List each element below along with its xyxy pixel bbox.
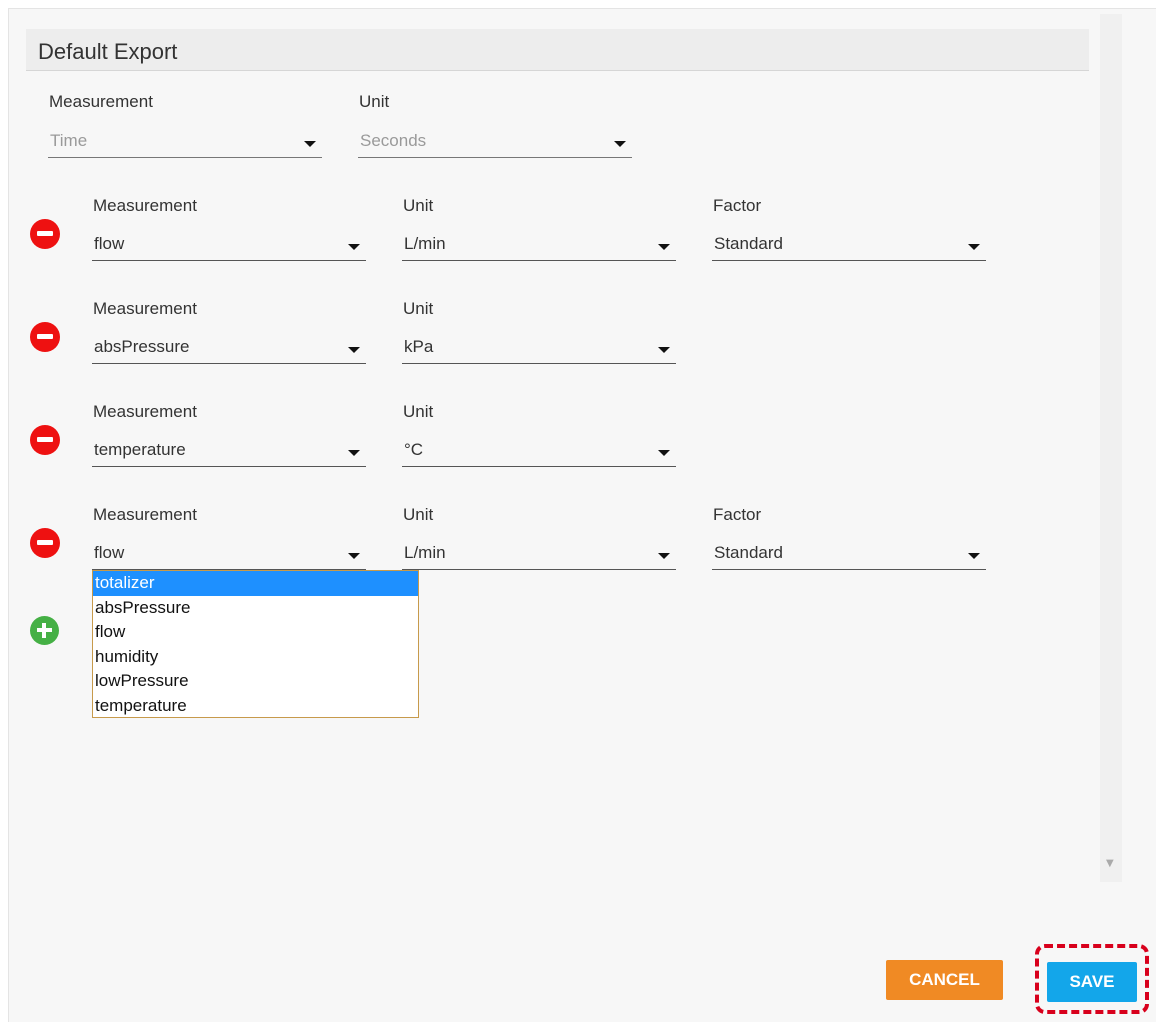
- remove-row-icon[interactable]: [30, 425, 60, 455]
- measurement-select[interactable]: flow: [92, 232, 366, 261]
- caret-down-icon: [658, 347, 670, 353]
- unit-value: L/min: [404, 543, 446, 562]
- caret-down-icon: [348, 450, 360, 456]
- caret-down-icon: [614, 141, 626, 147]
- measurement-select[interactable]: absPressure: [92, 335, 366, 364]
- caret-down-icon: [348, 244, 360, 250]
- scroll-down-arrow-icon[interactable]: ▼: [1106, 858, 1114, 869]
- measurement-label: Measurement: [93, 299, 197, 318]
- measurement-select[interactable]: Time: [48, 129, 322, 158]
- save-button-highlight: [1035, 944, 1149, 1014]
- measurement-value: Time: [50, 131, 88, 150]
- unit-select[interactable]: L/min: [402, 232, 676, 261]
- unit-select[interactable]: Seconds: [358, 129, 632, 158]
- measurement-dropdown-list: totalizer absPressure flow humidity lowP…: [92, 570, 419, 718]
- caret-down-icon: [658, 450, 670, 456]
- unit-value: °C: [404, 440, 424, 459]
- caret-down-icon: [304, 141, 316, 147]
- measurement-row: Measurement Unit temperature °C: [0, 399, 1100, 479]
- unit-select[interactable]: °C: [402, 438, 676, 467]
- unit-select[interactable]: L/min: [402, 541, 676, 570]
- remove-row-icon[interactable]: [30, 219, 60, 249]
- dropdown-option-flow[interactable]: flow: [93, 620, 418, 645]
- measurement-label: Measurement: [49, 92, 153, 111]
- caret-down-icon: [348, 347, 360, 353]
- section-header: Default Export: [26, 29, 1089, 71]
- caret-down-icon: [968, 553, 980, 559]
- caret-down-icon: [348, 553, 360, 559]
- unit-value: L/min: [404, 234, 446, 253]
- factor-label: Factor: [713, 505, 762, 524]
- caret-down-icon: [658, 553, 670, 559]
- dropdown-option-totalizer[interactable]: totalizer: [93, 571, 418, 596]
- factor-label: Factor: [713, 196, 762, 215]
- unit-value: kPa: [404, 337, 434, 356]
- unit-value: Seconds: [360, 131, 427, 150]
- unit-label: Unit: [403, 505, 434, 524]
- measurement-label: Measurement: [93, 505, 197, 524]
- factor-value: Standard: [714, 543, 783, 562]
- scrollbar[interactable]: [1100, 14, 1122, 882]
- measurement-label: Measurement: [93, 402, 197, 421]
- dropdown-option-lowpressure[interactable]: lowPressure: [93, 669, 418, 694]
- unit-select[interactable]: kPa: [402, 335, 676, 364]
- caret-down-icon: [968, 244, 980, 250]
- page-title: Default Export: [38, 39, 178, 64]
- factor-select[interactable]: Standard: [712, 541, 986, 570]
- dropdown-option-humidity[interactable]: humidity: [93, 645, 418, 670]
- unit-label: Unit: [359, 92, 390, 111]
- caret-down-icon: [658, 244, 670, 250]
- dropdown-option-temperature[interactable]: temperature: [93, 694, 418, 719]
- unit-label: Unit: [403, 196, 434, 215]
- measurement-value: flow: [94, 234, 125, 253]
- default-measurement-row: Measurement Unit Time Seconds: [0, 90, 1100, 170]
- measurement-value: flow: [94, 543, 125, 562]
- measurement-select[interactable]: temperature: [92, 438, 366, 467]
- remove-row-icon[interactable]: [30, 528, 60, 558]
- remove-row-icon[interactable]: [30, 322, 60, 352]
- measurement-select[interactable]: flow: [92, 541, 366, 570]
- measurement-value: temperature: [94, 440, 186, 459]
- measurement-value: absPressure: [94, 337, 190, 356]
- factor-select[interactable]: Standard: [712, 232, 986, 261]
- unit-label: Unit: [403, 299, 434, 318]
- factor-value: Standard: [714, 234, 783, 253]
- measurement-label: Measurement: [93, 196, 197, 215]
- cancel-button[interactable]: CANCEL: [886, 960, 1003, 1000]
- add-row-icon[interactable]: [30, 616, 59, 645]
- unit-label: Unit: [403, 402, 434, 421]
- measurement-row: Measurement Unit absPressure kPa: [0, 296, 1100, 376]
- measurement-row: Measurement Unit Factor flow L/min Stand…: [0, 193, 1100, 273]
- dropdown-option-abspressure[interactable]: absPressure: [93, 596, 418, 621]
